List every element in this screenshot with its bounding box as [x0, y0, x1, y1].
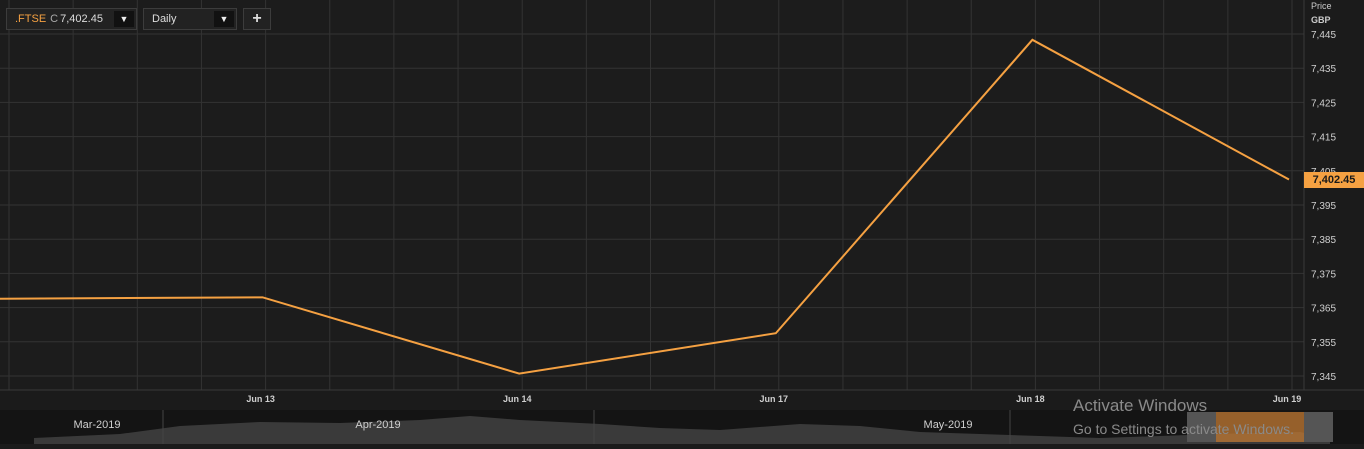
y-tick-label: 7,425 [1311, 98, 1336, 109]
add-indicator-button[interactable]: + [243, 8, 271, 30]
y-tick-label: 7,345 [1311, 372, 1336, 383]
chart-toolbar: .FTSE C 7,402.45 ▼ Daily ▼ + [6, 8, 271, 30]
y-tick-label: 7,445 [1311, 30, 1336, 41]
price-chart[interactable]: 7,3457,3557,3657,3757,3857,3957,4057,415… [0, 0, 1364, 410]
activate-windows-subtitle: Go to Settings to activate Windows. [1073, 421, 1294, 437]
y-tick-label: 7,375 [1311, 269, 1336, 280]
interval-selector[interactable]: Daily ▼ [143, 8, 237, 30]
activate-windows-title: Activate Windows [1073, 396, 1207, 416]
symbol-selector[interactable]: .FTSE C 7,402.45 ▼ [6, 8, 137, 30]
y-tick-label: 7,365 [1311, 304, 1336, 315]
symbol-label: .FTSE [15, 13, 46, 25]
price-series-line [0, 40, 1289, 374]
y-tick-label: 7,415 [1311, 133, 1336, 144]
chart-area[interactable]: 7,3457,3557,3657,3757,3857,3957,4057,415… [0, 0, 1304, 390]
x-tick-label: Jun 14 [503, 394, 532, 404]
y-tick-label: 7,435 [1311, 64, 1336, 75]
close-prefix: C [50, 13, 58, 25]
y-tick-label: 7,395 [1311, 201, 1336, 212]
price-axis-currency: GBP [1311, 15, 1331, 25]
price-axis-title: Price [1311, 1, 1332, 11]
y-tick-label: 7,385 [1311, 235, 1336, 246]
x-tick-label: Jun 18 [1016, 394, 1045, 404]
dropdown-arrow-icon[interactable]: ▼ [114, 11, 134, 27]
navigator-month-label: Apr-2019 [355, 419, 400, 431]
close-value: 7,402.45 [60, 13, 103, 25]
x-tick-label: Jun 13 [246, 394, 275, 404]
x-tick-label: Jun 19 [1273, 394, 1302, 404]
dropdown-arrow-icon[interactable]: ▼ [214, 11, 234, 27]
navigator-month-label: May-2019 [924, 419, 973, 431]
navigator-right-handle [1304, 412, 1333, 442]
navigator-month-label: Mar-2019 [73, 419, 120, 431]
y-tick-label: 7,355 [1311, 338, 1336, 349]
x-tick-label: Jun 17 [760, 394, 789, 404]
interval-label: Daily [152, 13, 176, 25]
last-price-marker: 7,402.45 [1304, 172, 1364, 188]
